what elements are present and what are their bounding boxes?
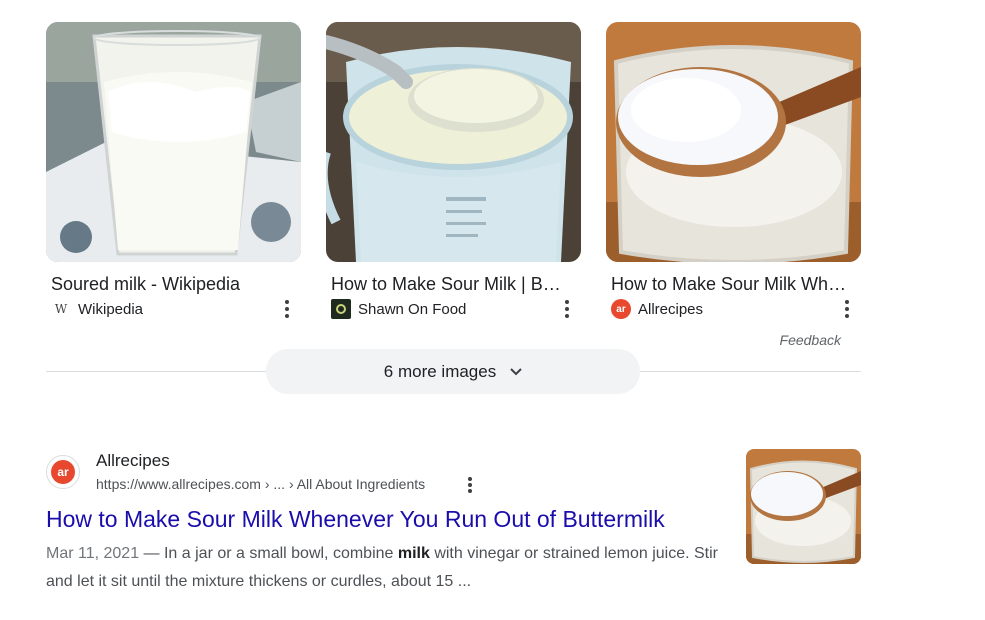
image-result-title[interactable]: Soured milk - Wikipedia [51, 273, 287, 295]
about-result-icon[interactable] [466, 477, 474, 493]
result-snippet: Mar 11, 2021 — In a jar or a small bowl,… [46, 540, 736, 596]
shawn-on-food-icon [331, 299, 351, 319]
allrecipes-icon: ar [611, 299, 631, 319]
feedback-link[interactable]: Feedback [780, 332, 841, 348]
allrecipes-icon: ar [51, 460, 75, 484]
snippet-highlight: milk [397, 545, 430, 562]
chevron-down-icon [510, 367, 522, 375]
image-result-source-name: Wikipedia [78, 300, 144, 318]
image-thumbnail-soured-milk-glass[interactable] [46, 22, 301, 262]
more-images-label: 6 more images [383, 361, 497, 381]
snippet-text-start: In a jar or a small bowl, combine [163, 545, 398, 562]
image-result-title[interactable]: How to Make Sour Milk Whe… [611, 273, 847, 295]
image-result-title[interactable]: How to Make Sour Milk | Butt… [331, 273, 567, 295]
image-result-source-name: Shawn On Food [358, 300, 467, 318]
snippet-separator: — [139, 545, 164, 562]
image-result-source-name: Allrecipes [638, 300, 704, 318]
image-result-source[interactable]: Shawn On Food [331, 299, 466, 319]
image-result-source[interactable]: W Wikipedia [51, 299, 143, 319]
more-options-icon[interactable] [563, 300, 571, 318]
result-title-link[interactable]: How to Make Sour Milk Whenever You Run O… [46, 506, 665, 533]
result-date: Mar 11, 2021 [46, 545, 140, 562]
result-site-name[interactable]: Allrecipes [96, 451, 170, 471]
result-url[interactable]: https://www.allrecipes.com › ... › All A… [96, 476, 425, 492]
wikipedia-w-icon: W [54, 302, 68, 316]
image-result-card-shawn-on-food[interactable]: How to Make Sour Milk | Butt… Shawn On F… [326, 22, 581, 319]
image-result-card-allrecipes[interactable]: How to Make Sour Milk Whe… ar Allrecipes [606, 22, 861, 319]
image-result-source[interactable]: ar Allrecipes [611, 299, 703, 319]
image-thumbnail-sour-milk-cup-spoon[interactable] [326, 22, 581, 262]
more-images-button[interactable]: 6 more images [266, 349, 640, 394]
site-favicon[interactable]: ar [46, 455, 80, 489]
more-options-icon[interactable] [283, 300, 291, 318]
result-thumbnail[interactable] [746, 449, 861, 564]
more-options-icon[interactable] [843, 300, 851, 318]
image-thumbnail-sour-milk-jar-spoon[interactable] [606, 22, 861, 262]
image-result-card-wikipedia[interactable]: Soured milk - Wikipedia W Wikipedia [46, 22, 301, 318]
